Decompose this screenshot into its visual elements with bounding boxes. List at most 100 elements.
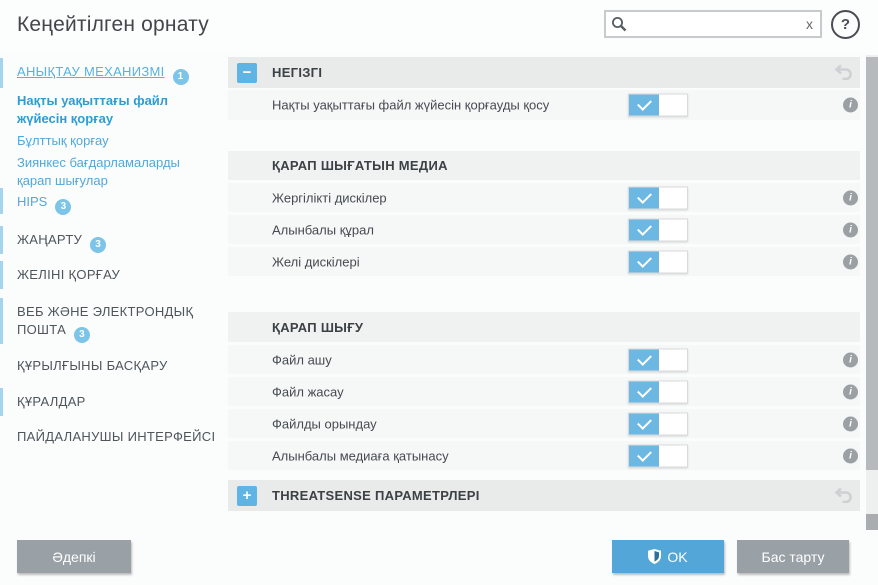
- setting-row: Желі дискілері i: [228, 247, 860, 276]
- subsection-header-scan-on: ҚАРАП ШЫҒУ: [228, 312, 860, 342]
- toggle-check-icon: [629, 381, 659, 402]
- sidebar-item-label: ҚҰРАЛДАР: [17, 394, 86, 409]
- toggle-check-icon: [629, 251, 659, 272]
- help-icon[interactable]: ?: [831, 10, 860, 39]
- sidebar-item-device-control[interactable]: ҚҰРЫЛҒЫНЫ БАСҚАРУ: [17, 357, 217, 375]
- ok-button[interactable]: OK: [612, 540, 724, 573]
- sidebar-item-cloud-protection[interactable]: Бұлттық қорғау: [17, 132, 217, 150]
- sidebar-item-label: ҚҰРЫЛҒЫНЫ БАСҚАРУ: [17, 358, 168, 373]
- setting-row: Нақты уақыттағы файл жүйесін қорғауды қо…: [228, 90, 860, 120]
- setting-row: Жергілікті дискілер i: [228, 183, 860, 212]
- sidebar-item-label: Бұлттық қорғау: [17, 133, 109, 148]
- count-badge: 1: [172, 69, 189, 85]
- setting-label: Файл ашу: [272, 352, 332, 367]
- titlebar: Кеңейтілген орнату x ?: [0, 0, 878, 52]
- sidebar-item-web-email[interactable]: ВЕБ ЖӘНЕ ЭЛЕКТРОНДЫҚ ПОШТА 3: [17, 303, 217, 343]
- expand-icon[interactable]: +: [237, 485, 257, 506]
- toggle-check-icon: [629, 219, 659, 240]
- section-title: THREATSENSE ПАРАМЕТРЛЕРІ: [272, 488, 480, 503]
- collapse-icon[interactable]: −: [237, 62, 257, 83]
- changed-marker: [0, 188, 3, 214]
- info-icon[interactable]: i: [843, 190, 858, 205]
- setting-label: Алынбалы медиаға қатынасу: [272, 448, 449, 463]
- sidebar-item-label: ПАЙДАЛАНУШЫ ИНТЕРФЕЙСІ: [17, 429, 216, 444]
- subsection-title: ҚАРАП ШЫҒУ: [272, 319, 364, 335]
- sidebar-item-network-protection[interactable]: ЖЕЛІНІ ҚОРҒАУ: [17, 266, 217, 284]
- setting-label: Нақты уақыттағы файл жүйесін қорғауды қо…: [272, 97, 550, 113]
- setting-label: Файлды орындау: [272, 416, 377, 431]
- sidebar-item-user-interface[interactable]: ПАЙДАЛАНУШЫ ИНТЕРФЕЙСІ: [17, 428, 217, 446]
- sidebar: АНЫҚТАУ МЕХАНИЗМІ 1 Нақты уақыттағы файл …: [0, 55, 228, 533]
- sidebar-item-label: Зиянкес бағдарламаларды қарап шығулар: [17, 155, 180, 188]
- info-icon[interactable]: i: [843, 97, 858, 113]
- toggle-on-switch[interactable]: [628, 250, 688, 273]
- search-clear-icon[interactable]: x: [806, 17, 813, 31]
- default-button[interactable]: Әдепкі: [17, 540, 131, 573]
- setting-label: Жергілікті дискілер: [272, 190, 387, 205]
- default-button-label: Әдепкі: [52, 548, 96, 565]
- scrollbar-track[interactable]: [866, 55, 878, 530]
- count-badge: 3: [55, 199, 72, 215]
- changed-marker: [0, 261, 3, 289]
- changed-marker: [0, 226, 3, 254]
- toggle-on-switch[interactable]: [628, 93, 688, 117]
- setting-label: Файл жасау: [272, 384, 344, 399]
- setting-row: Файл ашу i: [228, 345, 860, 374]
- scrollbar-down-button[interactable]: [866, 514, 878, 530]
- reset-icon[interactable]: [834, 64, 856, 82]
- sidebar-item-label: HIPS: [17, 194, 48, 209]
- toggle-check-icon: [629, 187, 659, 208]
- toggle-on-switch[interactable]: [628, 444, 688, 467]
- changed-marker: [0, 58, 3, 88]
- cancel-button-label: Бас тарту: [761, 548, 825, 565]
- info-icon[interactable]: i: [843, 222, 858, 237]
- toggle-on-switch[interactable]: [628, 412, 688, 435]
- search-input[interactable]: [628, 14, 806, 34]
- settings-panel: − НЕГІЗГІ Нақты уақыттағы файл жүйесін қ…: [228, 55, 860, 530]
- setting-label: Желі дискілері: [272, 254, 360, 269]
- admin-shield-icon: [648, 549, 662, 564]
- count-badge: 3: [90, 237, 107, 253]
- sidebar-item-detection-engine[interactable]: АНЫҚТАУ МЕХАНИЗМІ 1: [17, 63, 217, 85]
- sidebar-item-malware-scans[interactable]: Зиянкес бағдарламаларды қарап шығулар: [17, 154, 217, 190]
- setting-row: Алынбалы медиаға қатынасу i: [228, 441, 860, 470]
- sidebar-item-label: ЖАҢАРТУ: [17, 232, 83, 247]
- count-badge: 3: [74, 327, 91, 343]
- section-header-general: − НЕГІЗГІ: [228, 57, 860, 88]
- toggle-on-switch[interactable]: [628, 348, 688, 371]
- cancel-button[interactable]: Бас тарту: [737, 540, 849, 573]
- setting-row: Файлды орындау i: [228, 409, 860, 438]
- reset-icon[interactable]: [834, 487, 856, 505]
- changed-marker: [0, 298, 3, 344]
- search-box[interactable]: x: [604, 10, 822, 38]
- info-icon[interactable]: i: [843, 384, 858, 399]
- sidebar-item-update[interactable]: ЖАҢАРТУ 3: [17, 231, 217, 253]
- sidebar-item-label: АНЫҚТАУ МЕХАНИЗМІ: [17, 64, 165, 79]
- section-header-threatsense: + THREATSENSE ПАРАМЕТРЛЕРІ: [228, 480, 860, 511]
- info-icon[interactable]: i: [843, 448, 858, 463]
- advanced-setup-window: Кеңейтілген орнату x ? АНЫҚТАУ МЕХАНИЗМІ…: [0, 0, 878, 585]
- ok-button-label: OK: [667, 548, 688, 565]
- scrollbar-thumb[interactable]: [866, 57, 878, 470]
- sidebar-item-label: ЖЕЛІНІ ҚОРҒАУ: [17, 267, 121, 282]
- info-icon[interactable]: i: [843, 352, 858, 367]
- setting-row: Файл жасау i: [228, 377, 860, 406]
- toggle-on-switch[interactable]: [628, 186, 688, 209]
- sidebar-item-tools[interactable]: ҚҰРАЛДАР: [17, 393, 217, 411]
- toggle-on-switch[interactable]: [628, 218, 688, 241]
- info-icon[interactable]: i: [843, 254, 858, 269]
- sidebar-item-hips[interactable]: HIPS 3: [17, 193, 217, 215]
- info-icon[interactable]: i: [843, 416, 858, 431]
- setting-row: Алынбалы құрал i: [228, 215, 860, 244]
- toggle-check-icon: [629, 349, 659, 370]
- sidebar-item-label: ВЕБ ЖӘНЕ ЭЛЕКТРОНДЫҚ ПОШТА: [17, 304, 194, 337]
- search-icon: [612, 16, 627, 31]
- subsection-title: ҚАРАП ШЫҒАТЫН МЕДИА: [272, 158, 448, 173]
- sidebar-item-realtime-protection[interactable]: Нақты уақыттағы файл жүйесін қорғау: [17, 92, 217, 128]
- setting-label: Алынбалы құрал: [272, 222, 374, 237]
- toggle-on-switch[interactable]: [628, 380, 688, 403]
- toggle-check-icon: [629, 413, 659, 434]
- section-title: НЕГІЗГІ: [272, 65, 323, 80]
- subsection-header-media: ҚАРАП ШЫҒАТЫН МЕДИА: [228, 151, 860, 180]
- page-title: Кеңейтілген орнату: [17, 13, 209, 36]
